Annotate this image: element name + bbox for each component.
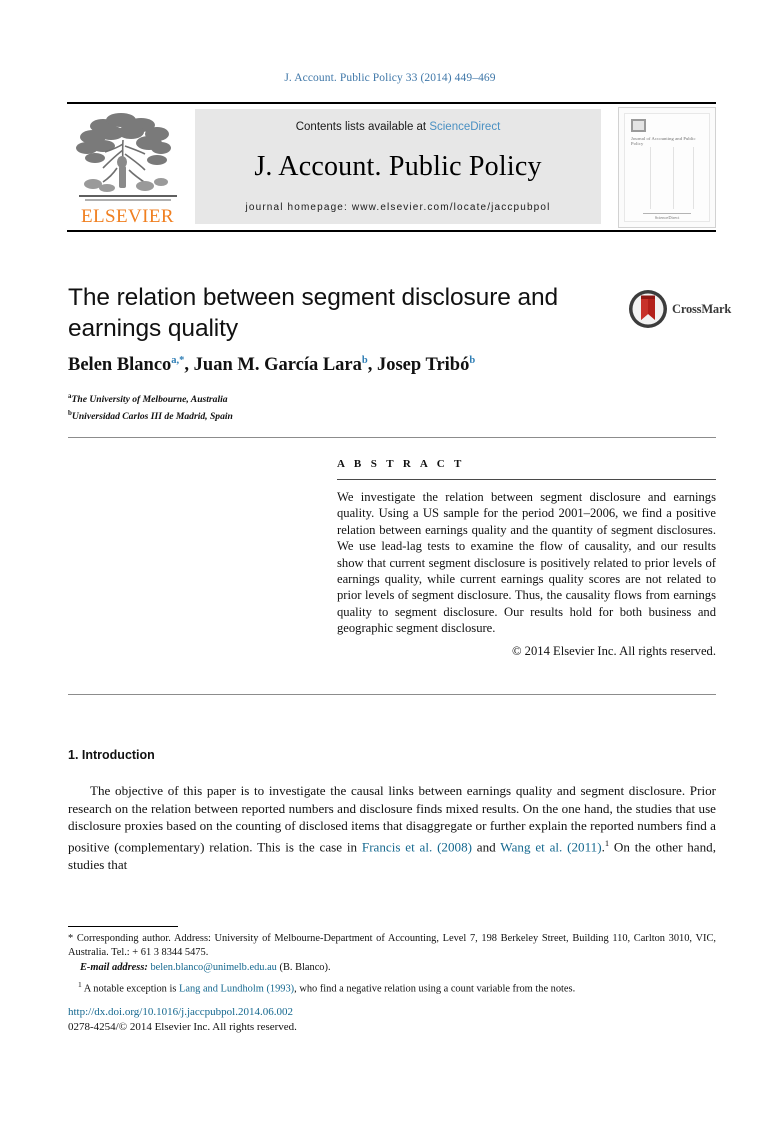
journal-title: J. Account. Public Policy [254, 151, 542, 182]
cover-logo-icon [631, 119, 646, 132]
crossmark-badge[interactable]: CrossMark [628, 289, 731, 331]
journal-masthead: ELSEVIER Contents lists available at Sci… [67, 102, 716, 232]
footnote-1-suffix: , who find a negative relation using a c… [294, 983, 576, 995]
cover-footer-rule [643, 213, 691, 214]
masthead-top-rule [67, 102, 716, 104]
abstract-block: A B S T R A C T We investigate the relat… [337, 458, 716, 659]
doi-link[interactable]: http://dx.doi.org/10.1016/j.jaccpubpol.2… [68, 1006, 293, 1018]
footnote-separator-rule [68, 926, 178, 927]
email-label: E-mail address: [80, 962, 148, 974]
journal-cover-thumbnail[interactable]: Journal of Accounting and Public Policy … [618, 107, 716, 228]
abstract-section-top-rule [68, 437, 716, 438]
contents-lists-line: Contents lists available at ScienceDirec… [195, 121, 601, 133]
cover-title: Journal of Accounting and Public Policy [631, 136, 696, 146]
author-list: Belen Blancoa,*, Juan M. García Larab, J… [68, 355, 476, 376]
affiliation-text: The University of Melbourne, Australia [71, 394, 228, 406]
author-name: Josep Tribó [376, 355, 470, 376]
affiliation-list: aThe University of Melbourne, Australia … [68, 390, 588, 423]
crossmark-icon [629, 290, 667, 328]
elsevier-logo: ELSEVIER [69, 110, 186, 228]
email-suffix: (B. Blanco). [276, 962, 331, 974]
sciencedirect-link[interactable]: ScienceDirect [429, 121, 500, 133]
citation-link-francis[interactable]: Francis et al. (2008) [362, 839, 472, 854]
masthead-bottom-rule [67, 230, 716, 232]
paper-page: J. Account. Public Policy 33 (2014) 449–… [0, 0, 780, 1134]
abstract-heading-rule [337, 479, 716, 480]
author-marks[interactable]: b [362, 355, 368, 366]
cover-column-rule [693, 147, 694, 209]
abstract-heading: A B S T R A C T [337, 458, 465, 470]
elsevier-wordmark: ELSEVIER [81, 206, 174, 227]
footnote-1: 1 A notable exception is Lang and Lundho… [68, 978, 716, 996]
author-marks[interactable]: a,* [171, 355, 184, 366]
introduction-paragraph: The objective of this paper is to invest… [68, 783, 716, 872]
footnote-email: E-mail address: belen.blanco@unimelb.edu… [68, 961, 716, 975]
abstract-text: We investigate the relation between segm… [337, 490, 716, 636]
email-link[interactable]: belen.blanco@unimelb.edu.au [150, 962, 276, 973]
affiliation-item: aThe University of Melbourne, Australia [68, 390, 588, 407]
footnote-1-prefix: A notable exception is [81, 983, 179, 995]
footnote-block: * Corresponding author. Address: Univers… [68, 932, 716, 996]
affiliation-item: bUniversidad Carlos III de Madrid, Spain [68, 407, 588, 424]
author-marks[interactable]: b [469, 355, 475, 366]
author-name: Juan M. García Lara [193, 355, 362, 376]
page-title: The relation between segment disclosure … [68, 284, 559, 342]
affiliation-text: Universidad Carlos III de Madrid, Spain [71, 410, 233, 422]
footnote-corresponding-author: * Corresponding author. Address: Univers… [68, 933, 716, 958]
contents-lists-prefix: Contents lists available at [295, 121, 430, 133]
section-heading-introduction: 1. Introduction [68, 748, 155, 762]
abstract-section-bottom-rule [68, 694, 716, 695]
abstract-copyright: © 2014 Elsevier Inc. All rights reserved… [511, 643, 716, 658]
crossmark-label: CrossMark [672, 302, 732, 316]
cover-column-rule [650, 147, 651, 209]
running-head: J. Account. Public Policy 33 (2014) 449–… [284, 72, 496, 84]
journal-homepage-line[interactable]: journal homepage: www.elsevier.com/locat… [195, 202, 601, 213]
cover-column-rule [673, 147, 674, 209]
paragraph-joiner: and [471, 839, 501, 855]
cover-inner: Journal of Accounting and Public Policy … [624, 113, 710, 222]
issn-copyright-line: 0278-4254/© 2014 Elsevier Inc. All right… [68, 1021, 297, 1033]
journal-banner: Contents lists available at ScienceDirec… [195, 109, 601, 224]
citation-link-lang-lundholm[interactable]: Lang and Lundholm (1993) [179, 983, 294, 994]
author-name: Belen Blanco [68, 355, 172, 376]
citation-link-wang[interactable]: Wang et al. (2011) [500, 839, 601, 854]
elsevier-tree-icon [76, 113, 177, 201]
cover-footer-label: ScienceDirect [654, 215, 680, 220]
